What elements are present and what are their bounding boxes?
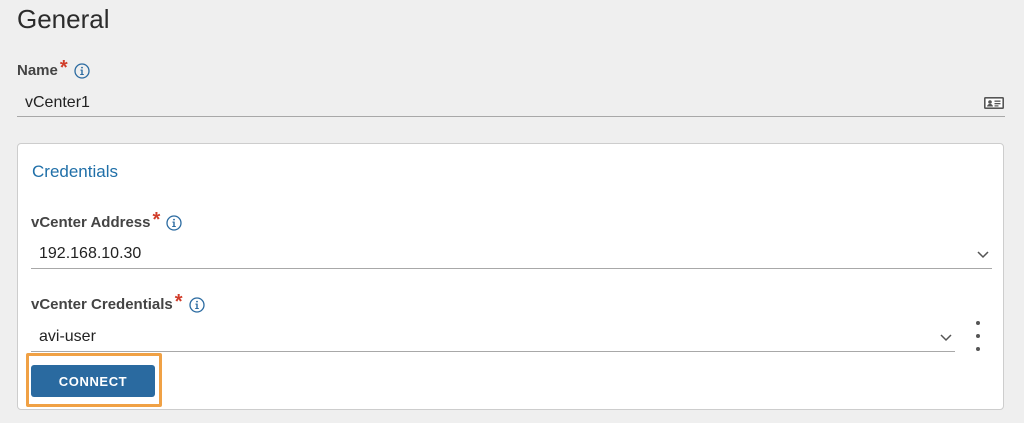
id-card-icon[interactable] [983, 95, 1005, 111]
chevron-down-icon[interactable] [939, 330, 953, 344]
info-icon[interactable] [74, 62, 90, 79]
vcenter-address-value[interactable]: 192.168.10.30 [31, 245, 976, 263]
vcenter-address-label: vCenter Address * [31, 208, 182, 231]
required-marker: * [152, 208, 161, 231]
vcenter-address-label-text: vCenter Address [31, 214, 151, 231]
info-icon[interactable] [166, 214, 182, 231]
required-marker: * [174, 290, 183, 313]
chevron-down-icon[interactable] [976, 247, 990, 261]
vcenter-credentials-select[interactable]: avi-user [31, 323, 955, 352]
name-input[interactable]: vCenter1 [17, 89, 1005, 117]
connect-button[interactable]: CONNECT [31, 365, 155, 397]
more-options-icon[interactable] [974, 321, 982, 351]
vcenter-credentials-label-text: vCenter Credentials [31, 296, 173, 313]
section-title: General [17, 4, 110, 34]
vcenter-address-select[interactable]: 192.168.10.30 [31, 240, 992, 269]
vcenter-credentials-label: vCenter Credentials * [31, 290, 205, 313]
credentials-title: Credentials [32, 162, 118, 181]
name-label-text: Name [17, 62, 58, 79]
required-marker: * [59, 56, 68, 79]
name-label: Name * [17, 56, 90, 79]
credentials-panel: Credentials vCenter Address * 192.168.10… [17, 143, 1004, 410]
name-value[interactable]: vCenter1 [17, 94, 983, 112]
info-icon[interactable] [188, 296, 205, 313]
vcenter-credentials-value[interactable]: avi-user [31, 328, 939, 346]
